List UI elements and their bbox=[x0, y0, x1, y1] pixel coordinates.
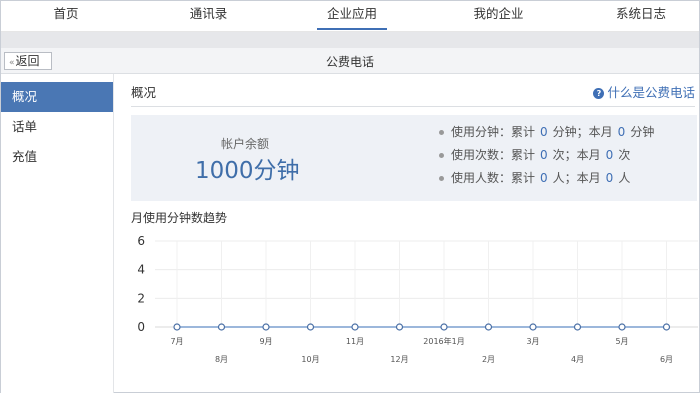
data-point bbox=[173, 323, 181, 331]
y-tick-label: 0 bbox=[137, 320, 145, 334]
sidebar-item-call-records[interactable]: 话单 bbox=[1, 112, 113, 142]
section-header: 概况 ? 什么是公费电话 bbox=[131, 82, 695, 107]
tab-my-enterprise[interactable]: 我的企业 bbox=[461, 1, 536, 32]
separator-bar bbox=[1, 32, 699, 48]
y-tick-label: 2 bbox=[137, 291, 145, 305]
tab-home[interactable]: 首页 bbox=[31, 1, 101, 32]
data-point bbox=[573, 323, 582, 331]
data-point bbox=[351, 323, 359, 331]
bullet-icon bbox=[439, 153, 444, 158]
data-point bbox=[440, 323, 448, 331]
x-tick-label: 11月 bbox=[346, 337, 364, 346]
x-tick-label: 6月 bbox=[660, 355, 673, 364]
stat-users: 使用人数：累计 0 人；本月 0 人 bbox=[439, 169, 654, 192]
x-tick-label: 4月 bbox=[571, 355, 584, 364]
stat-total: 0 bbox=[540, 171, 548, 185]
data-point bbox=[662, 323, 671, 331]
stat-month: 0 bbox=[605, 148, 614, 162]
x-tick-label: 9月 bbox=[259, 337, 272, 346]
usage-trend-chart: 0 2 4 6 7月 8月 9月 10月 11月 12月 2016年1月 2月 3月 4月 5月 6月 bbox=[137, 234, 698, 364]
x-tick-label: 3月 bbox=[526, 337, 539, 346]
x-tick-label: 5月 bbox=[615, 337, 628, 346]
data-point bbox=[618, 323, 626, 331]
x-tick-label: 7月 bbox=[170, 337, 183, 346]
help-link[interactable]: ? 什么是公费电话 bbox=[593, 82, 695, 101]
sidebar-item-recharge[interactable]: 充值 bbox=[1, 142, 113, 172]
data-point bbox=[262, 323, 270, 331]
stat-minutes: 使用分钟：累计 0 分钟；本月 0 分钟 bbox=[439, 123, 654, 146]
stat-total: 0 bbox=[540, 148, 548, 162]
usage-stats: 使用分钟：累计 0 分钟；本月 0 分钟 使用次数：累计 0 次；本月 0 次 使用人数：累计 0… bbox=[439, 123, 654, 192]
help-link-label: 什么是公费电话 bbox=[607, 85, 695, 100]
summary-panel: 帐户余额 1000分钟 使用分钟：累计 0 分钟；本月 0 分钟 使用次数：累计 0 次；本… bbox=[131, 115, 697, 201]
sidebar: 概况 话单 充值 bbox=[1, 74, 114, 393]
stat-month: 0 bbox=[605, 171, 614, 185]
stat-month: 0 bbox=[617, 125, 626, 139]
tab-contacts[interactable]: 通讯录 bbox=[171, 1, 246, 32]
stat-total: 0 bbox=[540, 125, 548, 139]
sub-header: «返回 公费电话 bbox=[1, 48, 699, 74]
question-icon: ? bbox=[593, 88, 605, 99]
x-tick-label: 8月 bbox=[215, 355, 228, 364]
top-navigation: 首页 通讯录 企业应用 我的企业 系统日志 bbox=[1, 1, 699, 32]
balance-label: 帐户余额 bbox=[221, 137, 270, 151]
balance-value: 1000分钟 bbox=[195, 158, 300, 184]
data-point bbox=[217, 323, 226, 331]
data-point bbox=[395, 323, 404, 331]
data-point bbox=[529, 323, 537, 331]
sidebar-item-overview[interactable]: 概况 bbox=[1, 82, 113, 112]
data-point bbox=[306, 323, 315, 331]
bullet-icon bbox=[439, 176, 444, 181]
y-tick-label: 6 bbox=[137, 234, 145, 248]
main-content: 概况 ? 什么是公费电话 帐户余额 1000分钟 使用分钟：累计 0 分钟；本月 0 分钟… bbox=[115, 74, 699, 393]
page-title: 公费电话 bbox=[325, 55, 374, 69]
y-tick-label: 4 bbox=[137, 263, 145, 277]
stat-calls: 使用次数：累计 0 次；本月 0 次 bbox=[439, 146, 654, 169]
x-tick-label: 10月 bbox=[301, 355, 319, 364]
tab-enterprise-apps[interactable]: 企业应用 bbox=[317, 1, 387, 32]
bullet-icon bbox=[439, 130, 444, 135]
section-title: 概况 bbox=[131, 85, 157, 100]
x-tick-label: 12月 bbox=[390, 355, 408, 364]
x-tick-label: 2月 bbox=[482, 355, 495, 364]
data-point bbox=[484, 323, 493, 331]
tab-system-log[interactable]: 系统日志 bbox=[605, 1, 677, 32]
x-tick-label: 2016年1月 bbox=[423, 336, 464, 346]
